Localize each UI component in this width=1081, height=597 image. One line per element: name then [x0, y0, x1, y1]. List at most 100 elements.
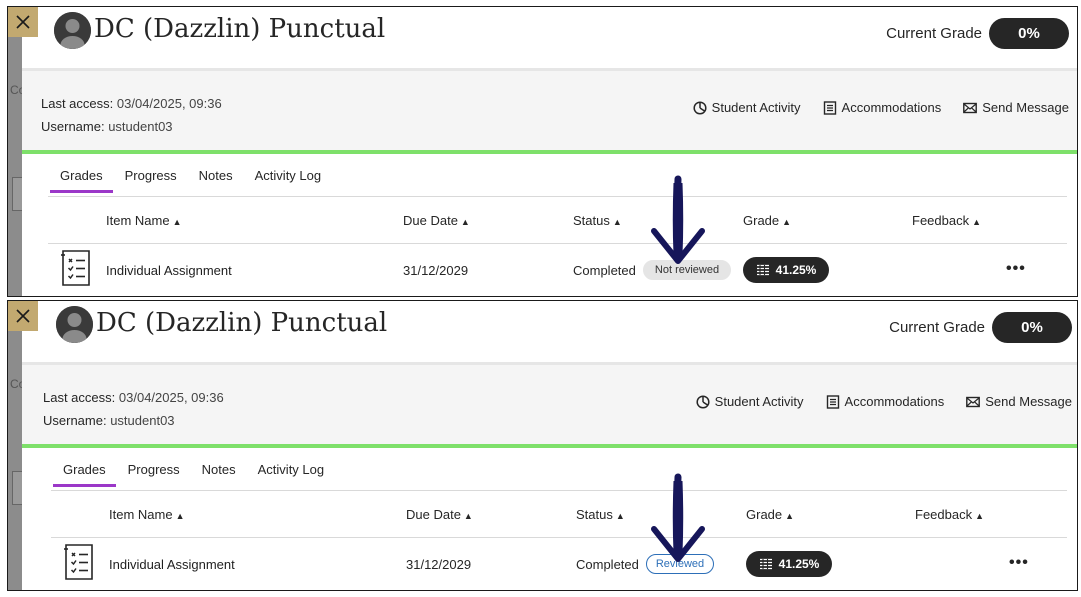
column-feedback[interactable]: Feedback ▲︎ — [912, 213, 981, 228]
checklist-icon — [61, 250, 90, 286]
column-label: Due Date — [403, 213, 458, 228]
tab-grades[interactable]: Grades — [48, 164, 113, 193]
due-date-value: 31/12/2029 — [406, 557, 472, 572]
due-date-value: 31/12/2029 — [403, 263, 469, 278]
grade-pill[interactable]: 41.25% — [746, 551, 832, 577]
accommodations-label: Accommodations — [844, 394, 945, 409]
column-label: Status — [576, 507, 613, 522]
review-status-badge: Not reviewed — [643, 260, 731, 280]
last-access-value: 03/04/2025, 09:36 — [118, 390, 224, 405]
last-access-label: Last access: — [41, 96, 114, 111]
tab-progress[interactable]: Progress — [116, 458, 190, 487]
student-activity-label: Student Activity — [714, 394, 804, 409]
sort-icon: ▲︎ — [172, 217, 182, 227]
column-label: Grade — [743, 213, 780, 228]
sort-icon: ▲︎ — [175, 511, 185, 521]
table-row: Individual Assignment 31/12/2029 Complet… — [51, 539, 1067, 590]
username: Username: ustudent03 — [41, 119, 173, 134]
column-grade[interactable]: Grade ▲︎ — [746, 507, 794, 522]
current-grade-label: Current Grade — [889, 319, 985, 336]
status-value: Completed — [576, 557, 639, 572]
activity-chart-icon — [696, 394, 710, 409]
student-info-band: Last access: 03/04/2025, 09:36 Username:… — [22, 68, 1077, 151]
sort-icon: ▲︎ — [615, 511, 625, 521]
column-due-date[interactable]: Due Date ▲︎ — [403, 213, 470, 228]
grade-pill[interactable]: 41.25% — [743, 257, 829, 283]
tab-notes[interactable]: Notes — [190, 458, 246, 487]
accommodations-button[interactable]: Accommodations — [823, 100, 942, 115]
tab-notes[interactable]: Notes — [187, 164, 243, 193]
item-name-link[interactable]: Individual Assignment — [106, 263, 232, 278]
sort-icon: ▲︎ — [972, 217, 982, 227]
screenshot-panel-after: Co DC (Dazzlin) Punctual Current Grade 0… — [7, 300, 1078, 591]
backdrop-strip: Co — [8, 301, 25, 590]
envelope-icon — [963, 102, 978, 113]
column-label: Feedback — [912, 213, 970, 228]
more-options-button[interactable]: ••• — [1009, 554, 1029, 572]
close-icon — [16, 309, 30, 323]
close-button[interactable] — [8, 301, 38, 331]
last-access: Last access: 03/04/2025, 09:36 — [43, 390, 224, 405]
tab-activity-log[interactable]: Activity Log — [246, 458, 334, 487]
column-status[interactable]: Status ▲︎ — [573, 213, 622, 228]
tab-bar: Grades Progress Notes Activity Log — [48, 164, 331, 193]
tab-bar: Grades Progress Notes Activity Log — [51, 458, 334, 487]
username-label: Username: — [43, 413, 107, 428]
item-name-link[interactable]: Individual Assignment — [109, 557, 235, 572]
review-status-badge: Reviewed — [646, 554, 714, 574]
accommodations-button[interactable]: Accommodations — [826, 394, 945, 409]
current-grade-pill[interactable]: 0% — [989, 18, 1069, 49]
column-item-name[interactable]: Item Name ▲︎ — [106, 213, 182, 228]
avatar-icon — [56, 306, 93, 343]
tab-activity-log[interactable]: Activity Log — [243, 164, 331, 193]
student-header: DC (Dazzlin) Punctual Current Grade 0% — [22, 301, 1077, 363]
screenshot-panel-before: Co DC (Dazzlin) Punctual Current Grade 0… — [7, 6, 1078, 297]
tab-grades[interactable]: Grades — [51, 458, 116, 487]
current-grade-pill[interactable]: 0% — [992, 312, 1072, 343]
column-grade[interactable]: Grade ▲︎ — [743, 213, 791, 228]
backdrop-strip: Co — [8, 7, 25, 296]
username-label: Username: — [41, 119, 105, 134]
last-access-value: 03/04/2025, 09:36 — [116, 96, 222, 111]
accent-rule — [22, 444, 1077, 448]
sort-icon: ▲︎ — [612, 217, 622, 227]
send-message-label: Send Message — [985, 394, 1072, 409]
backdrop-box — [12, 471, 22, 505]
grade-value: 41.25% — [775, 263, 817, 277]
sort-icon: ▲︎ — [782, 217, 792, 227]
current-grade-label: Current Grade — [886, 25, 982, 42]
send-message-button[interactable]: Send Message — [963, 100, 1069, 115]
accommodations-label: Accommodations — [841, 100, 942, 115]
column-feedback[interactable]: Feedback ▲︎ — [915, 507, 984, 522]
column-label: Grade — [746, 507, 783, 522]
document-list-icon — [823, 100, 836, 115]
column-label: Status — [573, 213, 610, 228]
gradebook-icon — [756, 264, 769, 276]
envelope-icon — [966, 396, 981, 407]
student-activity-button[interactable]: Student Activity — [693, 100, 801, 115]
last-access-label: Last access: — [43, 390, 116, 405]
more-options-button[interactable]: ••• — [1006, 260, 1026, 278]
send-message-button[interactable]: Send Message — [966, 394, 1072, 409]
username-value: ustudent03 — [110, 413, 175, 428]
grades-table-header: Item Name ▲︎ Due Date ▲︎ Status ▲︎ Grade ▲︎ … — [48, 197, 1067, 244]
sort-icon: ▲︎ — [460, 217, 470, 227]
student-activity-label: Student Activity — [711, 100, 801, 115]
checklist-icon — [64, 544, 93, 580]
column-due-date[interactable]: Due Date ▲︎ — [406, 507, 473, 522]
column-item-name[interactable]: Item Name ▲︎ — [109, 507, 185, 522]
student-name: DC (Dazzlin) Punctual — [96, 308, 388, 338]
gradebook-icon — [759, 558, 772, 570]
student-actions: Student Activity Accommodations Send Mes… — [693, 100, 1069, 115]
student-header: DC (Dazzlin) Punctual Current Grade 0% — [22, 7, 1077, 69]
close-icon — [16, 15, 30, 29]
tab-progress[interactable]: Progress — [113, 164, 187, 193]
last-access: Last access: 03/04/2025, 09:36 — [41, 96, 222, 111]
username-value: ustudent03 — [108, 119, 173, 134]
column-status[interactable]: Status ▲︎ — [576, 507, 625, 522]
column-label: Item Name — [106, 213, 170, 228]
close-button[interactable] — [8, 7, 38, 37]
column-label: Feedback — [915, 507, 973, 522]
activity-chart-icon — [693, 100, 707, 115]
student-activity-button[interactable]: Student Activity — [696, 394, 804, 409]
